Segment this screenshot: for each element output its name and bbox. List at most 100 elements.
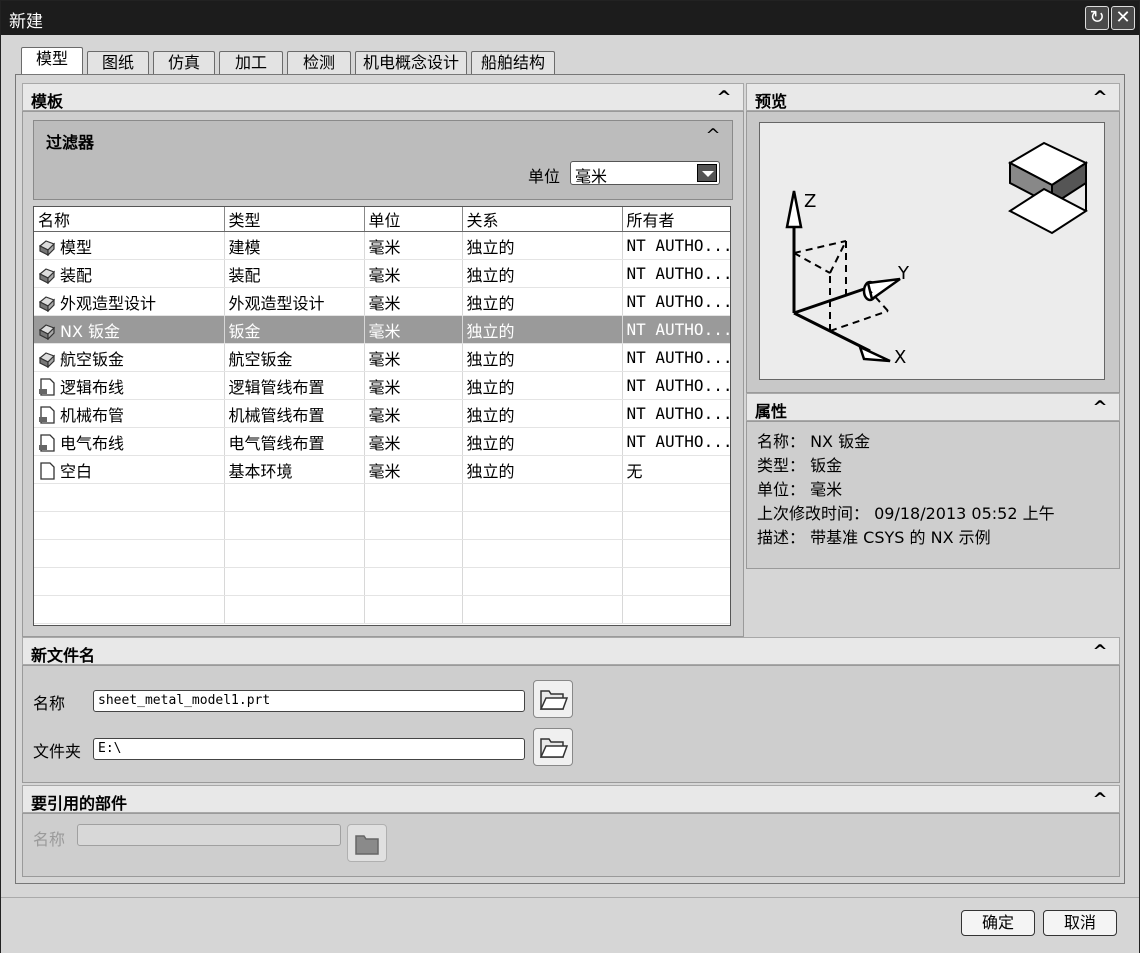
empty-row	[34, 483, 730, 512]
unit-label: 单位	[528, 167, 561, 186]
cell-unit: 毫米	[364, 287, 463, 316]
cell-unit: 毫米	[364, 259, 463, 288]
cell-type: 钣金	[224, 315, 365, 344]
table-row[interactable]: 装配 装配 毫米 独立的 NT AUTHO...	[34, 259, 730, 288]
tab-drawing[interactable]: 图纸	[87, 51, 149, 76]
cell-relation: 独立的	[462, 287, 623, 316]
cell-owner: NT AUTHO...	[622, 371, 730, 400]
axis-y-label: Y	[897, 263, 910, 284]
cell-type: 装配	[224, 259, 365, 288]
sheet-metal-icon	[38, 322, 60, 341]
cell-owner: NT AUTHO...	[622, 315, 730, 344]
table-row[interactable]: 机械布管 机械管线布置 毫米 独立的 NT AUTHO...	[34, 399, 730, 428]
preview-panel: Z Y X	[746, 111, 1120, 393]
collapse-icon[interactable]: ^	[1089, 395, 1111, 419]
empty-cell	[622, 567, 730, 596]
tab-ship-structures[interactable]: 船舶结构	[471, 51, 555, 76]
cell-name: NX 钣金	[34, 315, 225, 344]
cancel-button[interactable]: 取消	[1043, 910, 1117, 936]
col-name-header[interactable]: 名称	[34, 207, 225, 232]
reference-part-section-header[interactable]: 要引用的部件 ^	[22, 785, 1120, 813]
axis-z-label: Z	[804, 191, 816, 212]
collapse-icon[interactable]: ^	[1089, 787, 1111, 811]
empty-cell	[364, 511, 463, 540]
tab-simulation[interactable]: 仿真	[153, 51, 215, 76]
browse-folder-button[interactable]	[533, 728, 573, 766]
collapse-icon[interactable]: ^	[1089, 639, 1111, 663]
cell-type: 电气管线布置	[224, 427, 365, 456]
new-filename-panel: 名称 sheet_metal_model1.prt 文件夹 E:\	[22, 665, 1120, 783]
cell-owner: NT AUTHO...	[622, 287, 730, 316]
template-name-text: 装配	[60, 265, 93, 285]
col-relation-header[interactable]: 关系	[462, 207, 623, 232]
table-row[interactable]: 空白 基本环境 毫米 独立的无	[34, 455, 730, 484]
empty-row	[34, 539, 730, 568]
collapse-icon[interactable]: ^	[713, 85, 735, 109]
table-row[interactable]: NX 钣金 钣金 毫米 独立的 NT AUTHO...	[34, 315, 730, 344]
preview-image: Z Y X	[759, 122, 1105, 380]
tab-mechatronics[interactable]: 机电概念设计	[355, 51, 467, 76]
cell-owner: NT AUTHO...	[622, 231, 730, 260]
collapse-icon[interactable]: ^	[702, 123, 724, 147]
reference-part-section-title: 要引用的部件	[31, 794, 128, 813]
cell-name: 机械布管	[34, 399, 225, 428]
filename-input[interactable]: sheet_metal_model1.prt	[93, 690, 525, 712]
blank-icon	[38, 461, 60, 481]
col-type-header[interactable]: 类型	[224, 207, 365, 232]
collapse-icon[interactable]: ^	[1089, 85, 1111, 109]
empty-cell	[34, 567, 225, 596]
properties-panel: 名称： NX 钣金 类型： 钣金 单位： 毫米 上次修改时间： 09/18/20…	[746, 421, 1120, 569]
folder-input[interactable]: E:\	[93, 738, 525, 760]
cell-relation: 独立的	[462, 455, 623, 484]
cell-unit: 毫米	[364, 399, 463, 428]
tab-model[interactable]: 模型	[21, 47, 83, 77]
property-name: 名称： NX 钣金	[757, 432, 871, 451]
mechanical-routing-icon	[38, 405, 60, 425]
empty-cell	[462, 483, 623, 512]
property-description: 描述： 带基准 CSYS 的 NX 示例	[757, 528, 991, 547]
template-section-header[interactable]: 模板 ^	[22, 83, 744, 111]
folder-label: 文件夹	[33, 742, 82, 761]
reference-browse-button	[347, 824, 387, 862]
table-row[interactable]: 航空钣金 航空钣金 毫米 独立的 NT AUTHO...	[34, 343, 730, 372]
folder-open-icon	[539, 738, 569, 758]
cell-relation: 独立的	[462, 399, 623, 428]
tab-manufacturing[interactable]: 加工	[219, 51, 283, 76]
empty-cell	[364, 483, 463, 512]
ok-button[interactable]: 确定	[961, 910, 1035, 936]
csys-preview-graphic: Z Y X	[785, 141, 1089, 368]
col-owner-header[interactable]: 所有者	[622, 207, 730, 232]
cell-relation: 独立的	[462, 315, 623, 344]
dropdown-arrow-icon[interactable]	[697, 164, 717, 182]
cell-owner: NT AUTHO...	[622, 399, 730, 428]
empty-cell	[622, 595, 730, 624]
dialog-footer: 确定 取消	[1, 897, 1139, 953]
restore-icon[interactable]: ↻	[1085, 6, 1109, 30]
cell-name: 模型	[34, 231, 225, 260]
properties-list: 名称： NX 钣金 类型： 钣金 单位： 毫米 上次修改时间： 09/18/20…	[757, 430, 1055, 550]
template-table: 名称 类型 单位 关系 所有者 模型 建模 毫米 独立的 NT AUTHO... 装配 装配…	[33, 206, 731, 626]
new-filename-section-header[interactable]: 新文件名 ^	[22, 637, 1120, 665]
browse-file-button[interactable]	[533, 680, 573, 718]
empty-row	[34, 595, 730, 624]
empty-cell	[462, 595, 623, 624]
electrical-routing-icon	[38, 433, 60, 453]
properties-section-header[interactable]: 属性 ^	[746, 393, 1120, 421]
preview-section-header[interactable]: 预览 ^	[746, 83, 1120, 111]
tab-content: 模板 ^ 过滤器 ^ 单位 毫米 名称 类型 单位 关系 所有者 模型 建模 毫…	[15, 74, 1125, 884]
new-filename-section-title: 新文件名	[31, 646, 96, 665]
table-row[interactable]: 逻辑布线 逻辑管线布置 毫米 独立的 NT AUTHO...	[34, 371, 730, 400]
cell-name: 航空钣金	[34, 343, 225, 372]
table-row[interactable]: 外观造型设计 外观造型设计 毫米 独立的 NT AUTHO...	[34, 287, 730, 316]
col-unit-header[interactable]: 单位	[364, 207, 463, 232]
tab-inspection[interactable]: 检测	[287, 51, 351, 76]
table-row[interactable]: 模型 建模 毫米 独立的 NT AUTHO...	[34, 231, 730, 260]
template-section-title: 模板	[31, 92, 64, 111]
cell-name: 装配	[34, 259, 225, 288]
unit-select[interactable]: 毫米	[570, 161, 720, 186]
property-unit: 单位： 毫米	[757, 480, 843, 499]
close-icon[interactable]: ✕	[1111, 6, 1135, 30]
aero-sheet-metal-icon	[38, 350, 60, 369]
table-row[interactable]: 电气布线 电气管线布置 毫米 独立的 NT AUTHO...	[34, 427, 730, 456]
cell-type: 航空钣金	[224, 343, 365, 372]
